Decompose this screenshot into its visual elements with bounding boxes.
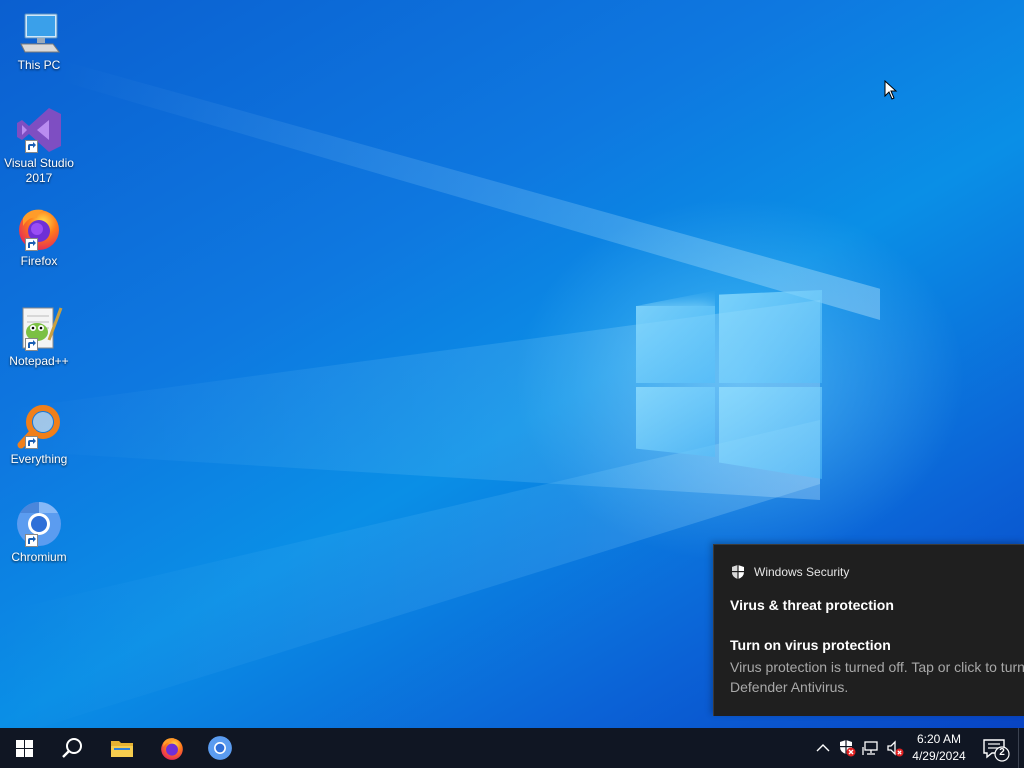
toast-title: Virus & threat protection: [730, 597, 894, 613]
taskbar-firefox[interactable]: [148, 728, 196, 768]
taskbar-file-explorer[interactable]: [98, 728, 146, 768]
firefox-icon: [161, 738, 183, 760]
taskbar: 6:20 AM 4/29/2024 2: [0, 728, 1024, 768]
desktop-icon-label: Notepad++: [9, 354, 69, 368]
taskbar-chromium[interactable]: [196, 728, 244, 768]
wallpaper-light-beam: [60, 60, 880, 320]
volume-muted-icon[interactable]: [886, 739, 904, 757]
desktop-icon-notepadpp[interactable]: Notepad++: [2, 304, 76, 369]
everything-search-icon: [15, 402, 63, 450]
windows-logo-wallpaper: [636, 290, 824, 480]
toast-app-name: Windows Security: [754, 565, 850, 579]
desktop-icon-visual-studio[interactable]: Visual Studio 2017: [2, 106, 76, 186]
shortcut-arrow-icon: [25, 338, 38, 351]
clock-date: 4/29/2024: [912, 749, 966, 763]
action-center-button[interactable]: 2: [978, 728, 1018, 768]
chromium-icon: [15, 500, 63, 548]
shortcut-arrow-icon: [25, 140, 38, 153]
visual-studio-icon: [15, 106, 63, 154]
toast-subtitle: Turn on virus protection: [730, 637, 891, 653]
taskbar-clock[interactable]: 6:20 AM 4/29/2024: [906, 731, 972, 765]
chevron-up-icon[interactable]: [814, 739, 832, 757]
computer-icon: [15, 8, 63, 56]
desktop-icon-everything[interactable]: Everything: [2, 402, 76, 467]
desktop-icon-chromium[interactable]: Chromium: [2, 500, 76, 565]
notepadpp-icon: [15, 304, 63, 352]
desktop-icon-label: Visual Studio 2017: [4, 156, 74, 185]
search-icon: [62, 738, 82, 758]
desktop-icon-this-pc[interactable]: This PC: [2, 8, 76, 73]
toast-header: Windows Security: [730, 563, 849, 581]
desktop-icon-label: Chromium: [11, 550, 67, 564]
firefox-icon: [15, 204, 63, 252]
windows-security-shield-icon: [732, 565, 744, 579]
desktop-icon-label: Everything: [10, 452, 68, 466]
toast-body: Virus protection is turned off. Tap or c…: [730, 659, 1024, 695]
network-icon[interactable]: [862, 739, 880, 757]
notification-count-badge: 2: [999, 747, 1005, 758]
clock-time: 6:20 AM: [916, 732, 962, 746]
desktop-icon-label: Firefox: [20, 254, 58, 268]
desktop-icon-firefox[interactable]: Firefox: [2, 204, 76, 269]
show-desktop-button[interactable]: [1018, 728, 1024, 768]
windows-start-icon: [15, 739, 33, 757]
windows-security-warning-icon[interactable]: [838, 739, 856, 757]
desktop[interactable]: This PC Visual Studio 2017 Firefox Notep…: [0, 0, 1024, 728]
shortcut-arrow-icon: [25, 238, 38, 251]
shortcut-arrow-icon: [25, 436, 38, 449]
desktop-icon-label: This PC: [17, 58, 61, 72]
folder-icon: [111, 741, 133, 757]
windows-security-toast[interactable]: Windows Security Virus & threat protecti…: [713, 544, 1024, 716]
shortcut-arrow-icon: [25, 534, 38, 547]
mouse-pointer-icon: [884, 80, 898, 100]
chromium-icon: [208, 736, 232, 760]
start-button[interactable]: [0, 728, 48, 768]
search-button[interactable]: [48, 728, 96, 768]
